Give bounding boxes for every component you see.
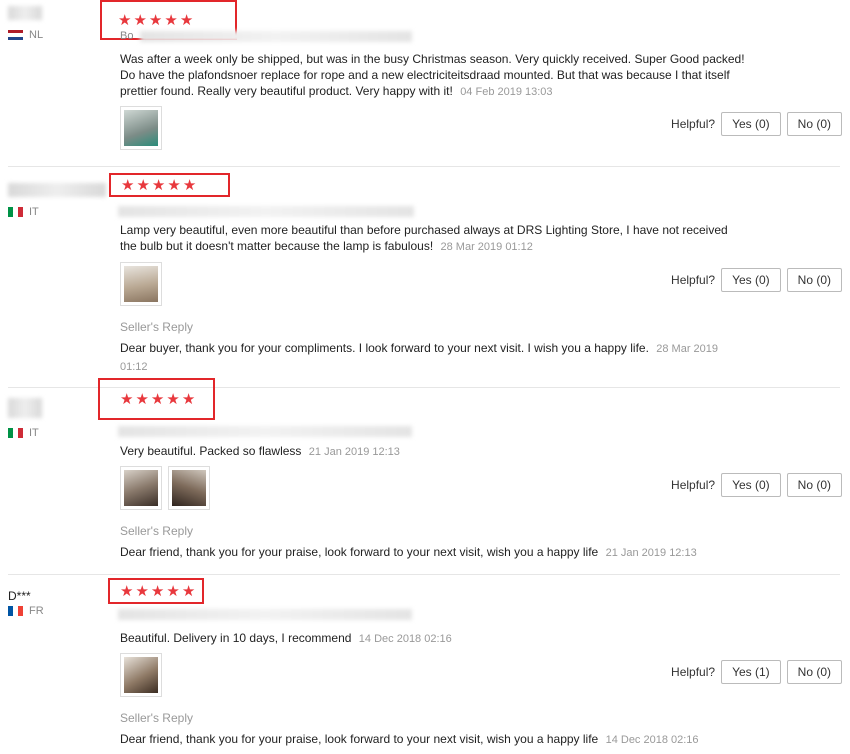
review-date: 14 Dec 2018 02:16 xyxy=(358,633,452,645)
reviewer-country: FR xyxy=(8,605,44,617)
country-code: FR xyxy=(29,605,44,617)
helpful-yes-button[interactable]: Yes (0) xyxy=(721,473,781,497)
star-icon: ★ xyxy=(120,582,134,600)
reviewer-info: IT xyxy=(8,183,106,218)
review-divider xyxy=(8,574,840,575)
review-date: 28 Mar 2019 01:12 xyxy=(440,241,533,253)
star-icon: ★ xyxy=(135,582,149,600)
star-icon: ★ xyxy=(136,176,150,194)
helpful-label: Helpful? xyxy=(671,273,716,287)
helpful-label: Helpful? xyxy=(671,117,716,131)
reviewer-name-blurred xyxy=(8,6,42,20)
reviewer-info: D*** FR xyxy=(8,589,44,617)
star-icon: ★ xyxy=(179,11,194,29)
review-date: 04 Feb 2019 13:03 xyxy=(460,86,553,98)
country-code: NL xyxy=(29,29,44,41)
reviewer-name-blurred xyxy=(8,183,106,197)
star-icon: ★ xyxy=(166,390,180,408)
helpful-no-button[interactable]: No (0) xyxy=(786,268,842,292)
reviewer-info: IT xyxy=(8,398,42,439)
star-icon: ★ xyxy=(133,11,147,29)
blurred-sku-info xyxy=(118,426,412,437)
seller-reply: Dear buyer, thank you for your complimen… xyxy=(120,340,730,376)
helpful-vote: Helpful? Yes (1) No (0) xyxy=(671,660,842,684)
reviewer-country: IT xyxy=(8,427,42,439)
helpful-vote: Helpful? Yes (0) No (0) xyxy=(671,112,842,136)
blurred-sku-info xyxy=(118,206,414,217)
star-icon: ★ xyxy=(166,582,180,600)
review-divider xyxy=(8,166,840,167)
review-body: Very beautiful. Packed so flawless xyxy=(120,444,302,458)
reviewer-name-blurred xyxy=(8,398,42,418)
star-icon: ★ xyxy=(121,176,135,194)
review-body: Was after a week only be shipped, but wa… xyxy=(120,52,745,98)
blurred-sku-info xyxy=(118,609,412,620)
star-icon: ★ xyxy=(135,390,149,408)
helpful-vote: Helpful? Yes (0) No (0) xyxy=(671,473,842,497)
seller-reply-date: 14 Dec 2018 02:16 xyxy=(605,734,699,746)
seller-reply-text: Dear friend, thank you for your praise, … xyxy=(120,545,599,559)
star-icon: ★ xyxy=(181,582,196,600)
seller-reply-label: Seller's Reply xyxy=(120,524,193,538)
star-rating: ★ ★ ★ ★ ★ xyxy=(98,378,215,420)
reviewer-partial-name: Bo xyxy=(120,30,134,42)
star-icon: ★ xyxy=(181,390,196,408)
helpful-yes-button[interactable]: Yes (0) xyxy=(721,268,781,292)
review-text: Very beautiful. Packed so flawless 21 Ja… xyxy=(120,443,760,460)
flag-fr-icon xyxy=(8,606,23,616)
seller-reply-text: Dear friend, thank you for your praise, … xyxy=(120,732,599,746)
seller-reply: Dear friend, thank you for your praise, … xyxy=(120,544,760,562)
flag-it-icon xyxy=(8,207,23,217)
star-icon: ★ xyxy=(120,390,134,408)
flag-nl-icon xyxy=(8,30,23,40)
star-icon: ★ xyxy=(150,582,165,600)
helpful-no-button[interactable]: No (0) xyxy=(786,660,842,684)
seller-reply-label: Seller's Reply xyxy=(120,711,193,725)
seller-reply-text: Dear buyer, thank you for your complimen… xyxy=(120,341,649,355)
review-body: Lamp very beautiful, even more beautiful… xyxy=(120,223,728,253)
star-icon: ★ xyxy=(148,11,163,29)
helpful-vote: Helpful? Yes (0) No (0) xyxy=(671,268,842,292)
review-text: Was after a week only be shipped, but wa… xyxy=(120,51,760,100)
star-icon: ★ xyxy=(164,11,178,29)
review-photo[interactable] xyxy=(120,262,162,306)
flag-it-icon xyxy=(8,428,23,438)
blurred-sku-info xyxy=(140,31,412,42)
reviewer-info: NL xyxy=(8,6,43,41)
seller-reply-date: 21 Jan 2019 12:13 xyxy=(605,547,697,559)
reviewer-country: IT xyxy=(8,206,106,218)
star-icon: ★ xyxy=(150,390,165,408)
star-icon: ★ xyxy=(118,11,132,29)
review-body: Beautiful. Delivery in 10 days, I recomm… xyxy=(120,631,352,645)
helpful-no-button[interactable]: No (0) xyxy=(786,112,842,136)
review-date: 21 Jan 2019 12:13 xyxy=(308,446,400,458)
star-icon: ★ xyxy=(167,176,181,194)
review-text: Beautiful. Delivery in 10 days, I recomm… xyxy=(120,630,760,647)
helpful-yes-button[interactable]: Yes (1) xyxy=(721,660,781,684)
helpful-label: Helpful? xyxy=(671,665,716,679)
star-icon: ★ xyxy=(182,176,197,194)
review-text: Lamp very beautiful, even more beautiful… xyxy=(120,222,740,255)
country-code: IT xyxy=(29,427,39,439)
reviewer-country: NL xyxy=(8,29,43,41)
helpful-yes-button[interactable]: Yes (0) xyxy=(721,112,781,136)
reviewer-name: D*** xyxy=(8,589,31,603)
star-rating: ★ ★ ★ ★ ★ xyxy=(108,578,204,604)
review-photo[interactable] xyxy=(120,653,162,697)
country-code: IT xyxy=(29,206,39,218)
helpful-label: Helpful? xyxy=(671,478,716,492)
helpful-no-button[interactable]: No (0) xyxy=(786,473,842,497)
review-photo[interactable] xyxy=(168,466,210,510)
star-rating: ★ ★ ★ ★ ★ xyxy=(109,173,230,197)
review-photo[interactable] xyxy=(120,106,162,150)
review-photo[interactable] xyxy=(120,466,162,510)
seller-reply: Dear friend, thank you for your praise, … xyxy=(120,731,760,749)
star-icon: ★ xyxy=(151,176,166,194)
seller-reply-label: Seller's Reply xyxy=(120,320,193,334)
